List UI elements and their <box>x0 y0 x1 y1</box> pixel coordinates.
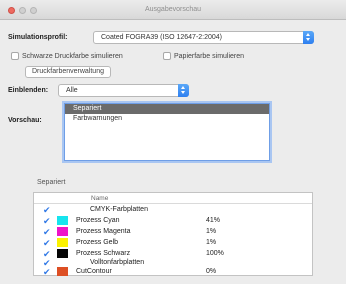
column-header-name: Name <box>91 195 109 202</box>
separation-name: Prozess Magenta <box>76 228 131 235</box>
simulate-paper-color-label: Papierfarbe simulieren <box>174 53 245 60</box>
separation-name: Volltonfarbplatten <box>90 259 145 266</box>
table-header: Name <box>34 193 312 204</box>
separation-coverage: 0% <box>206 268 217 275</box>
checkmark-icon[interactable]: ✔ <box>43 267 51 277</box>
simulation-profile-select[interactable]: Coated FOGRA39 (ISO 12647-2:2004) <box>93 31 314 44</box>
separation-name: Prozess Cyan <box>76 217 120 224</box>
separation-coverage: 100% <box>206 250 224 257</box>
checkmark-icon[interactable]: ✔ <box>43 227 51 237</box>
simulate-black-ink-checkbox[interactable] <box>11 52 19 60</box>
show-label: Einblenden: <box>8 87 49 94</box>
table-row[interactable]: ✔ CMYK-Farbplatten <box>34 204 312 215</box>
preview-option-color-warnings[interactable]: Farbwarnungen <box>65 114 269 124</box>
show-value: Alle <box>66 87 78 94</box>
preview-mode-list[interactable]: Separiert Farbwarnungen <box>64 103 270 161</box>
color-swatch <box>57 216 68 225</box>
separation-name: Prozess Schwarz <box>76 250 131 257</box>
chevron-updown-icon <box>178 84 189 97</box>
checkmark-icon[interactable]: ✔ <box>43 216 51 226</box>
table-row[interactable]: ✔ Prozess Cyan 41% <box>34 215 312 226</box>
simulation-profile-label: Simulationsprofil: <box>8 34 68 41</box>
table-row[interactable]: ✔ Prozess Magenta 1% <box>34 226 312 237</box>
separations-group-label: Separiert <box>37 179 66 186</box>
table-row[interactable]: ✔ CutContour 0% <box>34 266 312 277</box>
window-title: Ausgabevorschau <box>144 6 202 13</box>
separation-coverage: 1% <box>206 239 217 246</box>
separation-name: CMYK-Farbplatten <box>90 206 148 213</box>
ink-manager-button[interactable]: Druckfarbenverwaltung <box>25 66 111 78</box>
checkmark-icon[interactable]: ✔ <box>43 238 51 248</box>
separation-name: Prozess Gelb <box>76 239 119 246</box>
preview-option-separations[interactable]: Separiert <box>65 104 269 114</box>
color-swatch <box>57 227 68 236</box>
show-select[interactable]: Alle <box>58 84 189 97</box>
separation-coverage: 1% <box>206 228 217 235</box>
simulation-profile-value: Coated FOGRA39 (ISO 12647-2:2004) <box>101 34 223 41</box>
simulate-black-ink-label: Schwarze Druckfarbe simulieren <box>22 53 123 60</box>
separation-name: CutContour <box>76 268 112 275</box>
preview-label: Vorschau: <box>8 117 42 124</box>
color-swatch <box>57 238 68 247</box>
separation-coverage: 41% <box>206 217 221 224</box>
chevron-updown-icon <box>303 31 314 44</box>
table-row[interactable]: ✔ Prozess Gelb 1% <box>34 237 312 248</box>
separations-table: Name ✔ CMYK-Farbplatten ✔ Prozess Cyan 4… <box>33 192 313 277</box>
title-bar: Ausgabevorschau <box>0 0 346 20</box>
checkmark-icon[interactable]: ✔ <box>43 205 51 215</box>
simulate-paper-color-checkbox[interactable] <box>163 52 171 60</box>
color-swatch <box>57 267 68 276</box>
